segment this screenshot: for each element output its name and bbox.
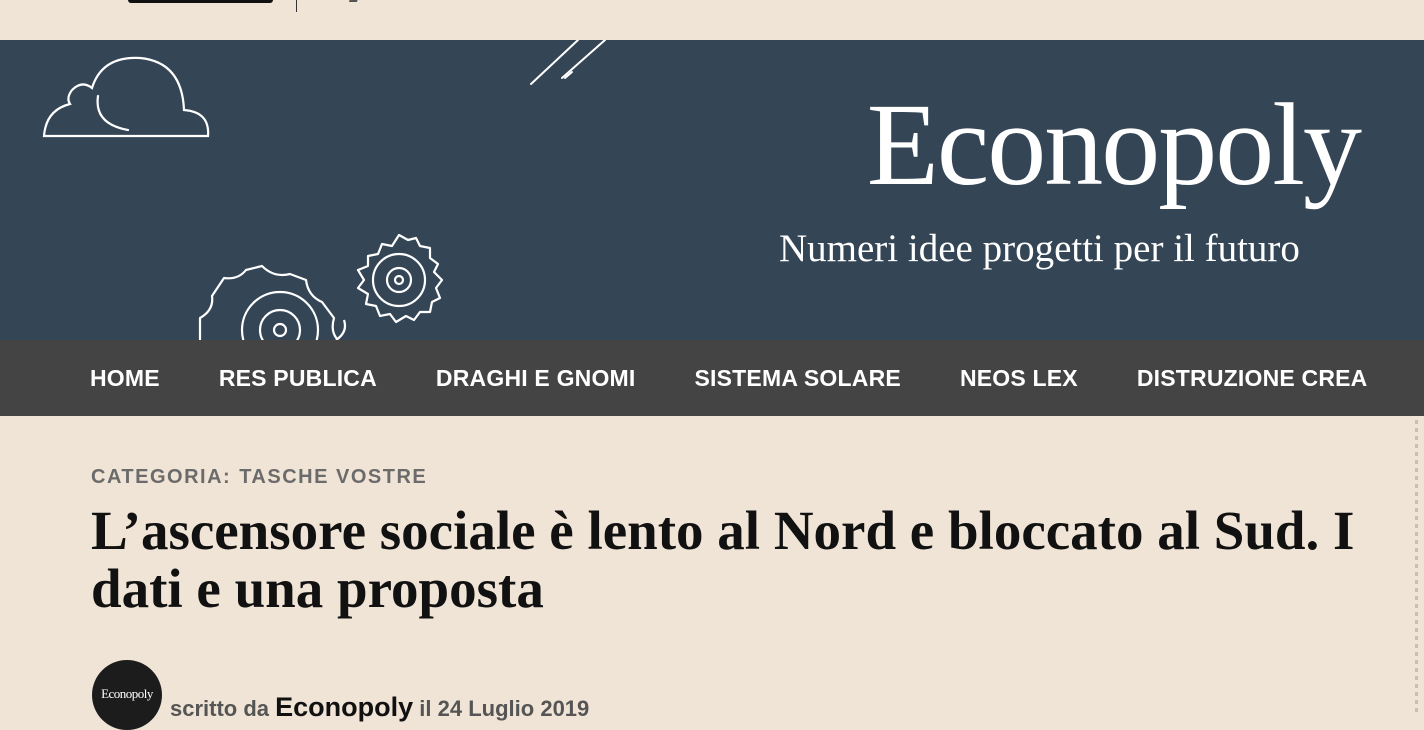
topbar-divider: [296, 0, 297, 12]
topbar-mark: [348, 0, 360, 2]
author-avatar[interactable]: Econopoly: [92, 660, 162, 730]
nav-item-home[interactable]: HOME: [90, 365, 160, 392]
header-illustration: [42, 40, 606, 340]
scrollbar-track[interactable]: [1415, 420, 1418, 712]
date-prefix: il: [419, 696, 432, 721]
blog-tagline: Numeri idee progetti per il futuro: [779, 227, 1300, 270]
article-date: 24 Luglio 2019: [437, 696, 590, 721]
article-category: CATEGORIA: TASCHE VOSTRE: [91, 466, 427, 489]
author-link[interactable]: Econopoly: [275, 692, 413, 722]
article-title: L’ascensore sociale è lento al Nord e bl…: [91, 500, 1355, 619]
avatar-label: Econopoly: [101, 686, 153, 701]
nav-item-distruzione-creativa[interactable]: DISTRUZIONE CREA: [1137, 365, 1368, 392]
article-byline: scritto da Econopoly il 24 Luglio 2019: [170, 692, 589, 723]
parent-site-logo[interactable]: [128, 0, 273, 3]
nav-item-sistema-solare[interactable]: SISTEMA SOLARE: [695, 365, 901, 392]
category-link[interactable]: TASCHE VOSTRE: [239, 466, 427, 488]
byline-prefix: scritto da: [170, 696, 270, 721]
main-nav: HOME RES PUBLICA DRAGHI E GNOMI SISTEMA …: [0, 340, 1424, 416]
blog-title[interactable]: Econopoly: [867, 86, 1362, 204]
nav-item-neos-lex[interactable]: NEOS LEX: [960, 365, 1078, 392]
gear-icon: [356, 233, 444, 324]
cloud-icon: [42, 56, 210, 138]
nav-item-draghi-e-gnomi[interactable]: DRAGHI E GNOMI: [436, 365, 636, 392]
nav-item-res-publica[interactable]: RES PUBLICA: [219, 365, 377, 392]
category-label: CATEGORIA:: [91, 466, 232, 488]
site-topbar: [0, 0, 1424, 40]
blog-header: Econopoly Numeri idee progetti per il fu…: [0, 40, 1424, 340]
rain-lines-icon: [530, 40, 606, 85]
gear-icon: [198, 264, 347, 340]
